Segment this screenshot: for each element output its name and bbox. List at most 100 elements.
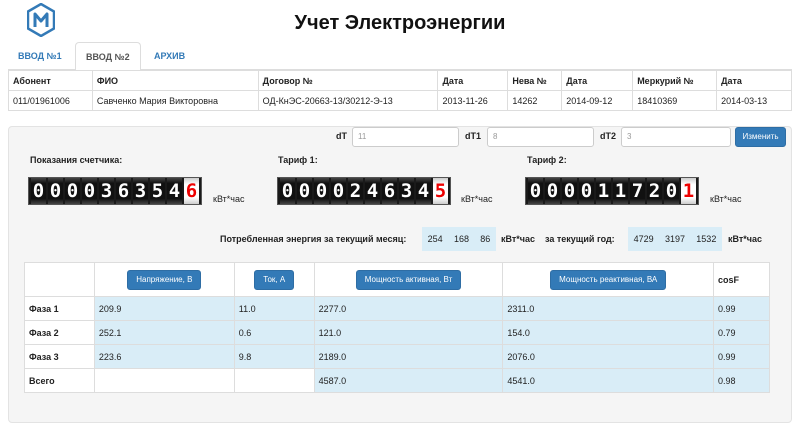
table-cell: 2076.0 xyxy=(502,344,715,369)
dt2-label: dT2 xyxy=(600,131,617,141)
cosf-header: cosF xyxy=(713,262,770,297)
year-value: 3197 xyxy=(664,234,685,244)
tab-archive[interactable]: АРХИВ xyxy=(144,42,195,70)
odometer-digit: 3 xyxy=(133,178,148,204)
tariff1-odometer: 0000246345 xyxy=(277,177,451,205)
odometer-digit: 0 xyxy=(331,178,346,204)
odometer-digit: 7 xyxy=(630,178,645,204)
header-cell: Нева № xyxy=(507,70,563,91)
year-unit: кВт*час xyxy=(728,234,763,244)
table-cell: 2311.0 xyxy=(502,296,715,321)
tariff1-label: Тариф 1: xyxy=(278,155,318,165)
odometer-digit: 4 xyxy=(167,178,182,204)
table-row: 011/01961006 Савченко Мария Викторовна О… xyxy=(8,90,792,111)
page-title: Учет Электроэнергии xyxy=(294,12,506,34)
phases-table: Напряжение, В Ток, А Мощность активная, … xyxy=(24,262,770,393)
table-row: Фаза 2 252.1 0.6 121.0 154.0 0.79 xyxy=(24,320,770,345)
table-cell: 4541.0 xyxy=(502,368,715,393)
odometer-digit: 6 xyxy=(116,178,131,204)
total-label: Всего xyxy=(24,368,95,393)
header-cell: Меркурий № xyxy=(632,70,718,91)
odometer-digit: 0 xyxy=(82,178,97,204)
header-cell: ФИО xyxy=(91,70,259,91)
table-cell: 0.6 xyxy=(233,320,315,345)
table-cell: 2277.0 xyxy=(313,296,504,321)
table-cell: 0.79 xyxy=(713,320,770,345)
year-consumption-label: за текущий год: xyxy=(545,234,615,244)
table-cell: Савченко Мария Викторовна xyxy=(91,90,259,111)
year-value: 4729 xyxy=(633,234,654,244)
odometer-digit: 4 xyxy=(365,178,380,204)
current-header-cell: Ток, А xyxy=(233,262,315,297)
year-consumption-values: 4729 3197 1532 xyxy=(628,227,722,251)
table-header-row: Абонент ФИО Договор № Дата Нева № Дата М… xyxy=(8,70,792,91)
table-row: Фаза 1 209.9 11.0 2277.0 2311.0 0.99 xyxy=(24,296,770,321)
month-consumption-values: 254 168 86 xyxy=(422,227,496,251)
table-cell: 2189.0 xyxy=(313,344,504,369)
odometer-digit: 6 xyxy=(184,178,199,204)
tariff2-label: Тариф 2: xyxy=(527,155,567,165)
odometer-digit: 2 xyxy=(348,178,363,204)
reactive-power-header-cell: Мощность реактивная, ВА xyxy=(502,262,715,297)
dt2-input[interactable]: 3 xyxy=(621,127,731,147)
current-column-button[interactable]: Ток, А xyxy=(254,269,295,290)
odometer-digit: 3 xyxy=(99,178,114,204)
odometer-digit: 1 xyxy=(613,178,628,204)
table-cell: 0.99 xyxy=(713,296,770,321)
odometer-digit: 1 xyxy=(596,178,611,204)
table-cell: 209.9 xyxy=(93,296,235,321)
header-cell: Дата xyxy=(716,70,792,91)
subscriber-table: Абонент ФИО Договор № Дата Нева № Дата М… xyxy=(8,70,792,111)
table-cell: 2014-09-12 xyxy=(561,90,634,111)
phases-header-row: Напряжение, В Ток, А Мощность активная, … xyxy=(24,262,770,297)
odometer-digit: 4 xyxy=(416,178,431,204)
table-cell: 2013-11-26 xyxy=(437,90,509,111)
readings-unit: кВт*час xyxy=(213,194,245,204)
table-cell: 2014-03-13 xyxy=(716,90,792,111)
tab-input-2[interactable]: ВВОД №2 xyxy=(75,42,141,71)
header-cell xyxy=(24,262,95,297)
odometer-digit: 5 xyxy=(150,178,165,204)
active-power-column-button[interactable]: Мощность активная, Вт xyxy=(355,269,462,290)
voltage-header-cell: Напряжение, В xyxy=(93,262,235,297)
month-value: 254 xyxy=(427,234,443,244)
odometer-digit: 0 xyxy=(297,178,312,204)
phase-label: Фаза 2 xyxy=(24,320,95,345)
odometer-digit: 0 xyxy=(528,178,543,204)
month-consumption-label: Потребленная энергия за текущий месяц: xyxy=(220,234,407,244)
table-cell: 14262 xyxy=(507,90,563,111)
tariff2-odometer: 0000117201 xyxy=(525,177,699,205)
voltage-column-button[interactable]: Напряжение, В xyxy=(127,269,202,290)
dt-label: dT xyxy=(336,131,347,141)
table-cell: 011/01961006 xyxy=(8,90,93,111)
table-cell: 0.99 xyxy=(713,344,770,369)
odometer-digit: 0 xyxy=(579,178,594,204)
odometer-digit: 0 xyxy=(48,178,63,204)
readings-odometer: 0000363546 xyxy=(28,177,202,205)
tab-input-1[interactable]: ВВОД №1 xyxy=(8,42,72,70)
odometer-digit: 5 xyxy=(433,178,448,204)
month-value: 168 xyxy=(453,234,469,244)
odometer-digit: 0 xyxy=(545,178,560,204)
odometer-digit: 0 xyxy=(31,178,46,204)
odometer-digit: 0 xyxy=(280,178,295,204)
odometer-digit: 0 xyxy=(664,178,679,204)
odometer-digit: 2 xyxy=(647,178,662,204)
dt1-input[interactable]: 8 xyxy=(487,127,594,147)
odometer-digit: 3 xyxy=(399,178,414,204)
header-cell: Дата xyxy=(437,70,509,91)
phase-label: Фаза 1 xyxy=(24,296,95,321)
odometer-digit: 0 xyxy=(562,178,577,204)
table-cell xyxy=(233,368,315,393)
table-cell: 121.0 xyxy=(313,320,504,345)
tariff1-unit: кВт*час xyxy=(461,194,493,204)
dt-input[interactable]: 11 xyxy=(352,127,459,147)
change-button[interactable]: Изменить xyxy=(735,127,786,147)
dt1-label: dT1 xyxy=(465,131,482,141)
year-value: 1532 xyxy=(696,234,717,244)
reactive-power-column-button[interactable]: Мощность реактивная, ВА xyxy=(550,269,667,290)
tab-bar: ВВОД №1 ВВОД №2 АРХИВ xyxy=(8,42,792,71)
header-cell: Договор № xyxy=(257,70,439,91)
table-cell xyxy=(93,368,235,393)
odometer-digit: 0 xyxy=(65,178,80,204)
